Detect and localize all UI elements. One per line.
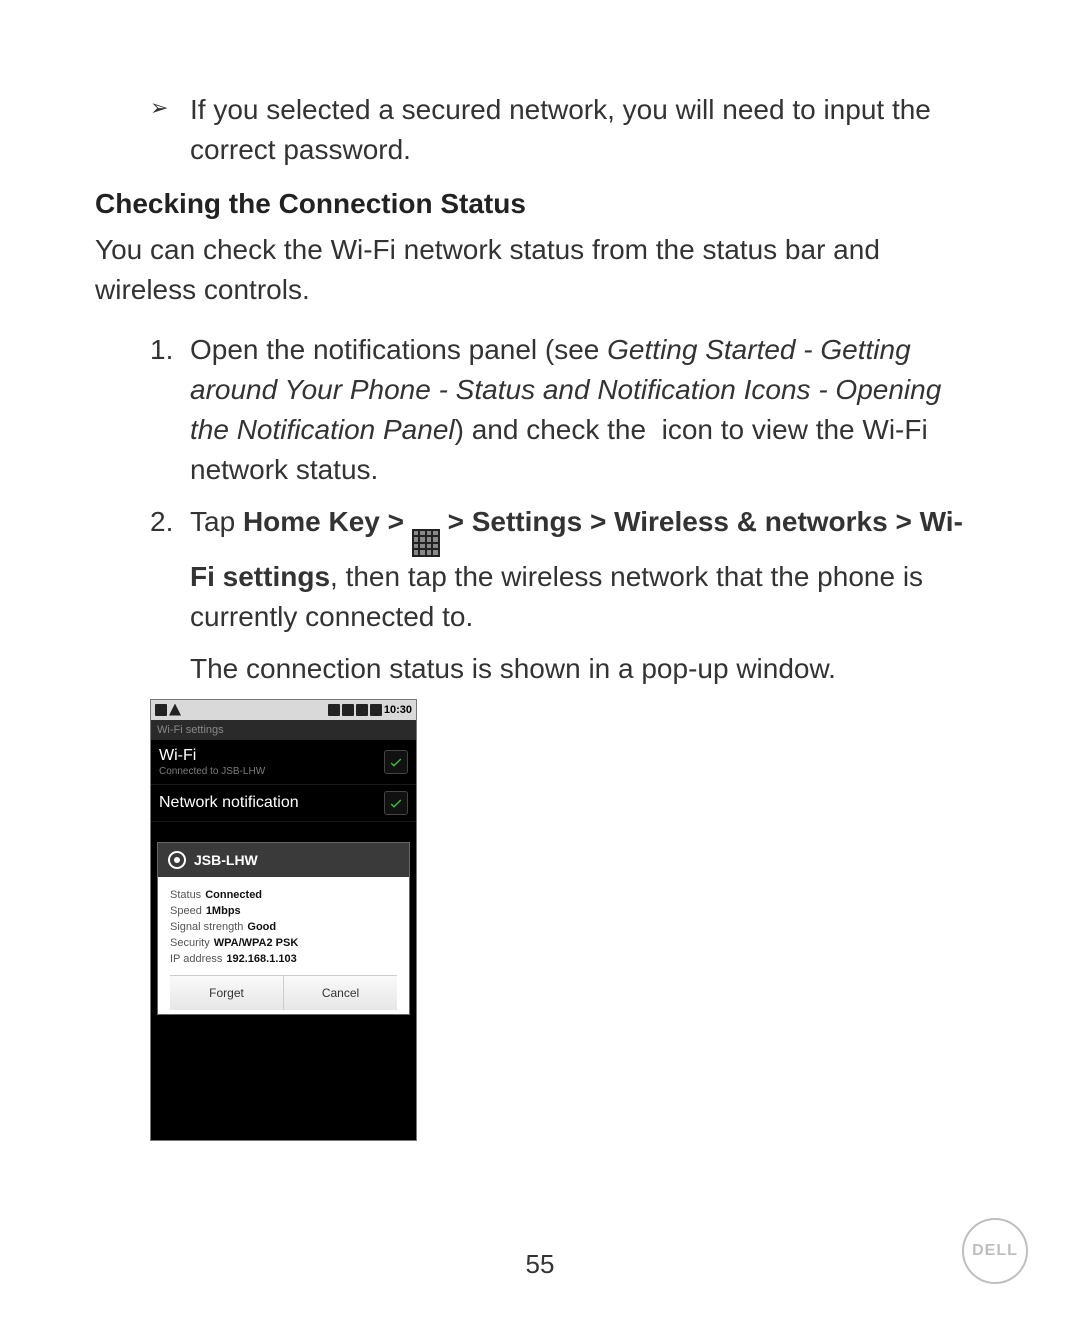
wifi-row-subtitle: Connected to JSB-LHW	[159, 766, 265, 778]
android-status-bar: 10:30	[151, 700, 416, 720]
step-number: 1.	[150, 330, 190, 370]
wifi-toggle-row[interactable]: Wi-Fi Connected to JSB-LHW	[151, 740, 416, 785]
warning-icon	[169, 704, 181, 716]
check-icon	[388, 754, 404, 770]
status-label: Status	[170, 889, 201, 901]
wifi-signal-icon	[168, 851, 186, 869]
status-time: 10:30	[384, 704, 412, 716]
signal-bar-icon	[356, 704, 368, 716]
security-label: Security	[170, 937, 210, 949]
popup-note: The connection status is shown in a pop-…	[190, 649, 985, 689]
intro-paragraph: You can check the Wi-Fi network status f…	[95, 230, 985, 310]
check-icon	[388, 795, 404, 811]
cancel-button[interactable]: Cancel	[284, 976, 397, 1010]
apps-grid-icon	[412, 529, 440, 557]
wifi-row-title: Wi-Fi	[159, 746, 265, 766]
bullet-item: ➢ If you selected a secured network, you…	[150, 90, 985, 170]
speed-label: Speed	[170, 905, 202, 917]
section-heading: Checking the Connection Status	[95, 188, 985, 220]
battery-icon	[342, 704, 354, 716]
signal-label: Signal strength	[170, 921, 243, 933]
triangle-bullet-icon: ➢	[150, 90, 190, 126]
popup-body: Status Connected Speed 1Mbps Signal streng…	[158, 877, 409, 1014]
popup-header: JSB-LHW	[158, 843, 409, 877]
step-body: Tap Home Key > > Settings > Wireless & n…	[190, 502, 985, 637]
ip-value: 192.168.1.103	[226, 953, 296, 965]
popup-ssid: JSB-LHW	[194, 852, 258, 868]
step-number: 2.	[150, 502, 190, 542]
network-notification-title: Network notification	[159, 793, 299, 813]
step1-post-close: ) and check the	[455, 414, 646, 445]
signal-value: Good	[247, 921, 276, 933]
dell-logo: DELL	[962, 1218, 1028, 1284]
wifi-checkbox[interactable]	[384, 750, 408, 774]
status-icon	[155, 704, 167, 716]
status-value: Connected	[205, 889, 262, 901]
sd-card-icon	[328, 704, 340, 716]
step1-pre: Open the notifications panel (see	[190, 334, 607, 365]
bullet-text: If you selected a secured network, you w…	[190, 90, 985, 170]
step2-pre: Tap	[190, 506, 243, 537]
step-2: 2. Tap Home Key > > Settings > Wireless …	[150, 502, 985, 637]
page-number: 55	[0, 1249, 1080, 1280]
ip-label: IP address	[170, 953, 222, 965]
security-value: WPA/WPA2 PSK	[214, 937, 299, 949]
network-notification-checkbox[interactable]	[384, 791, 408, 815]
forget-button[interactable]: Forget	[170, 976, 284, 1010]
phone-screenshot: 10:30 Wi-Fi settings Wi-Fi Connected to …	[150, 699, 417, 1141]
speed-value: 1Mbps	[206, 905, 241, 917]
step2-path-a: Home Key >	[243, 506, 412, 537]
step-1: 1. Open the notifications panel (see Get…	[150, 330, 985, 490]
screen-title: Wi-Fi settings	[151, 720, 416, 740]
step-body: Open the notifications panel (see Gettin…	[190, 330, 985, 490]
manual-page: ➢ If you selected a secured network, you…	[0, 0, 1080, 1320]
connection-status-popup: JSB-LHW Status Connected Speed 1Mbps Signa…	[157, 842, 410, 1015]
wifi-icon	[370, 704, 382, 716]
network-notification-row[interactable]: Network notification	[151, 785, 416, 822]
